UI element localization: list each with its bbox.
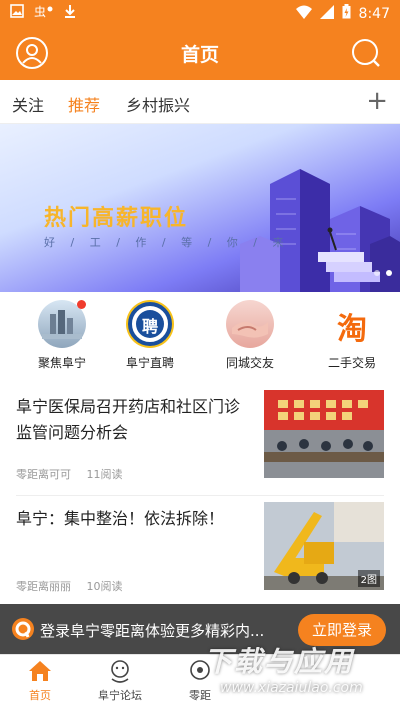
news-thumbnail [264,390,384,478]
news-item[interactable]: 阜宁：集中整治！依法拆除！ 零距离丽丽 10阅读 2图 [16,500,384,608]
quick-link-label: 阜宁直聘 [125,356,174,370]
nav-forum[interactable]: 阜宁论坛 [80,659,160,703]
home-icon [27,659,53,683]
taobao-glyph: 淘 [337,312,367,347]
login-prompt-text: 登录阜宁零距离体验更多精彩内... [40,622,265,640]
quick-link-focus-funing[interactable]: 聚焦阜宁 [22,300,102,371]
news-reads: 11阅读 [86,468,123,481]
news-title: 阜宁：集中整治！依法拆除！ [16,509,225,528]
tab-rural-revitalization[interactable]: 乡村振兴 [126,92,190,116]
download-icon [64,4,76,22]
battery-icon [342,4,351,23]
banner-carousel[interactable]: 热门高薪职位 好 / 工 / 作 / 等 / 你 / 来 [0,124,400,292]
quick-link-local-dating[interactable]: 同城交友 [210,300,290,371]
app-logo-icon: 虫 [34,4,54,22]
taobao-icon: 淘 [328,300,376,348]
wifi-icon [295,5,312,23]
search-icon[interactable] [350,37,382,69]
app-bar: 首页 [0,26,400,80]
news-thumbnail: 2图 [264,502,384,590]
news-meta: 零距离丽丽 10阅读 [16,578,135,594]
page-title: 首页 [180,44,219,66]
status-time: 8:47 [358,5,390,22]
nav-label: 阜宁论坛 [98,689,142,702]
banner-subtitle: 好 / 工 / 作 / 等 / 你 / 来 [44,236,290,249]
watermark-title: 下载与应用 [204,645,355,678]
handshake-icon [226,300,274,348]
city-photo-icon [38,300,86,348]
quick-link-funing-hire[interactable]: 聘 阜宁直聘 [110,300,190,371]
channel-tabs: 关注 推荐 乡村振兴 + [0,80,400,124]
carousel-dot [374,270,380,276]
tab-follow[interactable]: 关注 [12,92,44,116]
svg-text:虫: 虫 [34,5,46,18]
quick-link-label: 同城交友 [225,356,274,370]
nav-home[interactable]: 首页 [0,659,80,703]
watermark-url: www.xiazaiulao.com [220,680,363,696]
carousel-dot-active [386,270,392,276]
app-logo-icon [12,618,34,640]
nav-label: 首页 [29,689,51,702]
quick-links: 聚焦阜宁 聘 阜宁直聘 同城交友 淘 二手交易 [0,292,400,382]
image-count-badge: 2图 [357,570,380,587]
add-channel-icon[interactable]: + [366,86,388,116]
quick-link-second-hand[interactable]: 淘 二手交易 [312,300,392,371]
banner-headline: 热门高薪职位 [44,206,189,231]
news-source: 零距离丽丽 [16,580,71,593]
status-bar: 虫 8:47 [0,0,400,26]
tab-recommend[interactable]: 推荐 [68,92,100,116]
news-title: 阜宁医保局召开药店和社区门诊监管问题分析会 [16,397,241,442]
image-icon [10,4,24,22]
hire-glyph: 聘 [141,317,158,336]
watermark: 下载与应用 www.xiazaiulao.com [204,640,392,704]
signal-icon [319,4,334,23]
news-source: 零距离可可 [16,468,71,481]
news-reads: 10阅读 [86,580,123,593]
quick-link-label: 二手交易 [327,356,376,370]
news-item[interactable]: 阜宁医保局召开药店和社区门诊监管问题分析会 零距离可可 11阅读 [16,388,384,496]
hire-icon: 聘 [126,300,174,348]
quick-link-label: 聚焦阜宁 [37,356,86,370]
news-meta: 零距离可可 11阅读 [16,466,135,482]
notification-dot [77,300,86,309]
forum-icon [107,659,133,683]
